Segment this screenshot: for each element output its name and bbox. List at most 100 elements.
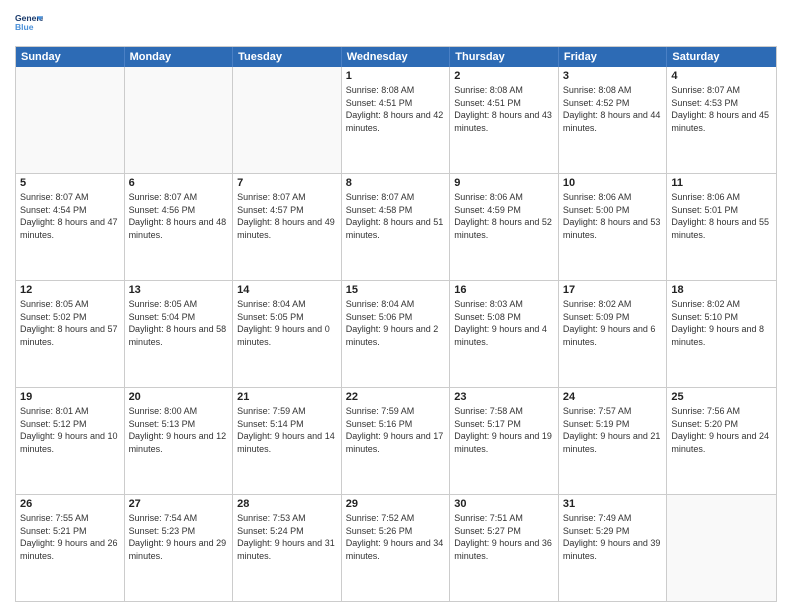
day-number: 9 <box>454 177 554 189</box>
calendar-cell: 7 Sunrise: 8:07 AM Sunset: 4:57 PM Daylig… <box>233 174 342 280</box>
calendar-header-cell: Tuesday <box>233 47 342 67</box>
calendar-cell <box>233 67 342 173</box>
day-info: Sunrise: 8:08 AM Sunset: 4:51 PM Dayligh… <box>454 84 554 134</box>
calendar-cell: 14 Sunrise: 8:04 AM Sunset: 5:05 PM Dayli… <box>233 281 342 387</box>
calendar-row: 12Sunrise: 8:05 AM Sunset: 5:02 PM Dayli… <box>16 280 776 387</box>
calendar-cell: 4 Sunrise: 8:07 AM Sunset: 4:53 PM Daylig… <box>667 67 776 173</box>
calendar-body: 1 Sunrise: 8:08 AM Sunset: 4:51 PM Daylig… <box>16 67 776 601</box>
calendar-cell: 13 Sunrise: 8:05 AM Sunset: 5:04 PM Dayli… <box>125 281 234 387</box>
calendar-cell: 26Sunrise: 7:55 AM Sunset: 5:21 PM Dayli… <box>16 495 125 601</box>
day-number: 19 <box>20 391 120 403</box>
day-info: Sunrise: 8:01 AM Sunset: 5:12 PM Dayligh… <box>20 405 120 455</box>
day-number: 11 <box>671 177 772 189</box>
day-number: 21 <box>237 391 337 403</box>
calendar-cell: 21 Sunrise: 7:59 AM Sunset: 5:14 PM Dayli… <box>233 388 342 494</box>
day-number: 18 <box>671 284 772 296</box>
calendar-cell: 11Sunrise: 8:06 AM Sunset: 5:01 PM Dayli… <box>667 174 776 280</box>
calendar-cell: 30 Sunrise: 7:51 AM Sunset: 5:27 PM Dayli… <box>450 495 559 601</box>
calendar-cell: 28 Sunrise: 7:53 AM Sunset: 5:24 PM Dayli… <box>233 495 342 601</box>
svg-text:Blue: Blue <box>15 22 34 32</box>
calendar-cell: 12Sunrise: 8:05 AM Sunset: 5:02 PM Dayli… <box>16 281 125 387</box>
day-info: Sunrise: 7:59 AM Sunset: 5:16 PM Dayligh… <box>346 405 446 455</box>
calendar-header-cell: Sunday <box>16 47 125 67</box>
day-info: Sunrise: 8:02 AM Sunset: 5:10 PM Dayligh… <box>671 298 772 348</box>
calendar-cell: 2Sunrise: 8:08 AM Sunset: 4:51 PM Daylig… <box>450 67 559 173</box>
day-number: 12 <box>20 284 120 296</box>
day-number: 1 <box>346 70 446 82</box>
calendar-cell <box>16 67 125 173</box>
logo: General Blue <box>15 10 47 38</box>
day-info: Sunrise: 8:07 AM Sunset: 4:54 PM Dayligh… <box>20 191 120 241</box>
day-info: Sunrise: 8:06 AM Sunset: 5:00 PM Dayligh… <box>563 191 663 241</box>
calendar-cell <box>667 495 776 601</box>
header: General Blue <box>15 10 777 38</box>
day-info: Sunrise: 8:07 AM Sunset: 4:57 PM Dayligh… <box>237 191 337 241</box>
day-number: 10 <box>563 177 663 189</box>
calendar-cell: 31Sunrise: 7:49 AM Sunset: 5:29 PM Dayli… <box>559 495 668 601</box>
day-number: 22 <box>346 391 446 403</box>
calendar-cell: 3 Sunrise: 8:08 AM Sunset: 4:52 PM Daylig… <box>559 67 668 173</box>
day-number: 3 <box>563 70 663 82</box>
day-info: Sunrise: 7:59 AM Sunset: 5:14 PM Dayligh… <box>237 405 337 455</box>
day-number: 16 <box>454 284 554 296</box>
day-number: 4 <box>671 70 772 82</box>
day-number: 15 <box>346 284 446 296</box>
day-info: Sunrise: 7:56 AM Sunset: 5:20 PM Dayligh… <box>671 405 772 455</box>
calendar-cell: 6 Sunrise: 8:07 AM Sunset: 4:56 PM Daylig… <box>125 174 234 280</box>
day-info: Sunrise: 8:07 AM Sunset: 4:53 PM Dayligh… <box>671 84 772 134</box>
calendar-cell: 1Sunrise: 8:08 AM Sunset: 4:51 PM Daylig… <box>342 67 451 173</box>
day-info: Sunrise: 7:55 AM Sunset: 5:21 PM Dayligh… <box>20 512 120 562</box>
day-number: 20 <box>129 391 229 403</box>
calendar-row: 1 Sunrise: 8:08 AM Sunset: 4:51 PM Daylig… <box>16 67 776 173</box>
page: General Blue SundayMondayTuesdayWednesda… <box>0 0 792 612</box>
day-info: Sunrise: 7:53 AM Sunset: 5:24 PM Dayligh… <box>237 512 337 562</box>
day-number: 5 <box>20 177 120 189</box>
calendar-cell: 19 Sunrise: 8:01 AM Sunset: 5:12 PM Dayli… <box>16 388 125 494</box>
day-info: Sunrise: 8:04 AM Sunset: 5:06 PM Dayligh… <box>346 298 446 348</box>
day-info: Sunrise: 7:51 AM Sunset: 5:27 PM Dayligh… <box>454 512 554 562</box>
calendar-row: 19 Sunrise: 8:01 AM Sunset: 5:12 PM Dayli… <box>16 387 776 494</box>
day-info: Sunrise: 8:05 AM Sunset: 5:04 PM Dayligh… <box>129 298 229 348</box>
calendar-cell <box>125 67 234 173</box>
calendar-cell: 18 Sunrise: 8:02 AM Sunset: 5:10 PM Dayli… <box>667 281 776 387</box>
day-info: Sunrise: 8:07 AM Sunset: 4:58 PM Dayligh… <box>346 191 446 241</box>
calendar-cell: 20 Sunrise: 8:00 AM Sunset: 5:13 PM Dayli… <box>125 388 234 494</box>
calendar-cell: 10 Sunrise: 8:06 AM Sunset: 5:00 PM Dayli… <box>559 174 668 280</box>
calendar-cell: 5 Sunrise: 8:07 AM Sunset: 4:54 PM Daylig… <box>16 174 125 280</box>
day-number: 23 <box>454 391 554 403</box>
day-number: 6 <box>129 177 229 189</box>
day-number: 31 <box>563 498 663 510</box>
day-info: Sunrise: 8:06 AM Sunset: 4:59 PM Dayligh… <box>454 191 554 241</box>
calendar-cell: 29Sunrise: 7:52 AM Sunset: 5:26 PM Dayli… <box>342 495 451 601</box>
day-number: 29 <box>346 498 446 510</box>
calendar-cell: 17Sunrise: 8:02 AM Sunset: 5:09 PM Dayli… <box>559 281 668 387</box>
calendar-cell: 15 Sunrise: 8:04 AM Sunset: 5:06 PM Dayli… <box>342 281 451 387</box>
calendar-cell: 24Sunrise: 7:57 AM Sunset: 5:19 PM Dayli… <box>559 388 668 494</box>
day-info: Sunrise: 8:02 AM Sunset: 5:09 PM Dayligh… <box>563 298 663 348</box>
day-info: Sunrise: 8:04 AM Sunset: 5:05 PM Dayligh… <box>237 298 337 348</box>
day-info: Sunrise: 8:08 AM Sunset: 4:52 PM Dayligh… <box>563 84 663 134</box>
day-number: 25 <box>671 391 772 403</box>
day-info: Sunrise: 7:58 AM Sunset: 5:17 PM Dayligh… <box>454 405 554 455</box>
day-info: Sunrise: 8:07 AM Sunset: 4:56 PM Dayligh… <box>129 191 229 241</box>
calendar-header-cell: Monday <box>125 47 234 67</box>
day-number: 13 <box>129 284 229 296</box>
day-number: 8 <box>346 177 446 189</box>
calendar-cell: 27 Sunrise: 7:54 AM Sunset: 5:23 PM Dayli… <box>125 495 234 601</box>
calendar-cell: 9 Sunrise: 8:06 AM Sunset: 4:59 PM Daylig… <box>450 174 559 280</box>
day-info: Sunrise: 8:03 AM Sunset: 5:08 PM Dayligh… <box>454 298 554 348</box>
day-info: Sunrise: 7:54 AM Sunset: 5:23 PM Dayligh… <box>129 512 229 562</box>
day-number: 14 <box>237 284 337 296</box>
calendar-cell: 16 Sunrise: 8:03 AM Sunset: 5:08 PM Dayli… <box>450 281 559 387</box>
calendar-cell: 22 Sunrise: 7:59 AM Sunset: 5:16 PM Dayli… <box>342 388 451 494</box>
calendar-header-cell: Saturday <box>667 47 776 67</box>
calendar-header-cell: Wednesday <box>342 47 451 67</box>
calendar-header-cell: Thursday <box>450 47 559 67</box>
day-number: 27 <box>129 498 229 510</box>
day-info: Sunrise: 8:00 AM Sunset: 5:13 PM Dayligh… <box>129 405 229 455</box>
calendar: SundayMondayTuesdayWednesdayThursdayFrid… <box>15 46 777 602</box>
calendar-header-cell: Friday <box>559 47 668 67</box>
day-number: 30 <box>454 498 554 510</box>
day-number: 7 <box>237 177 337 189</box>
day-number: 28 <box>237 498 337 510</box>
